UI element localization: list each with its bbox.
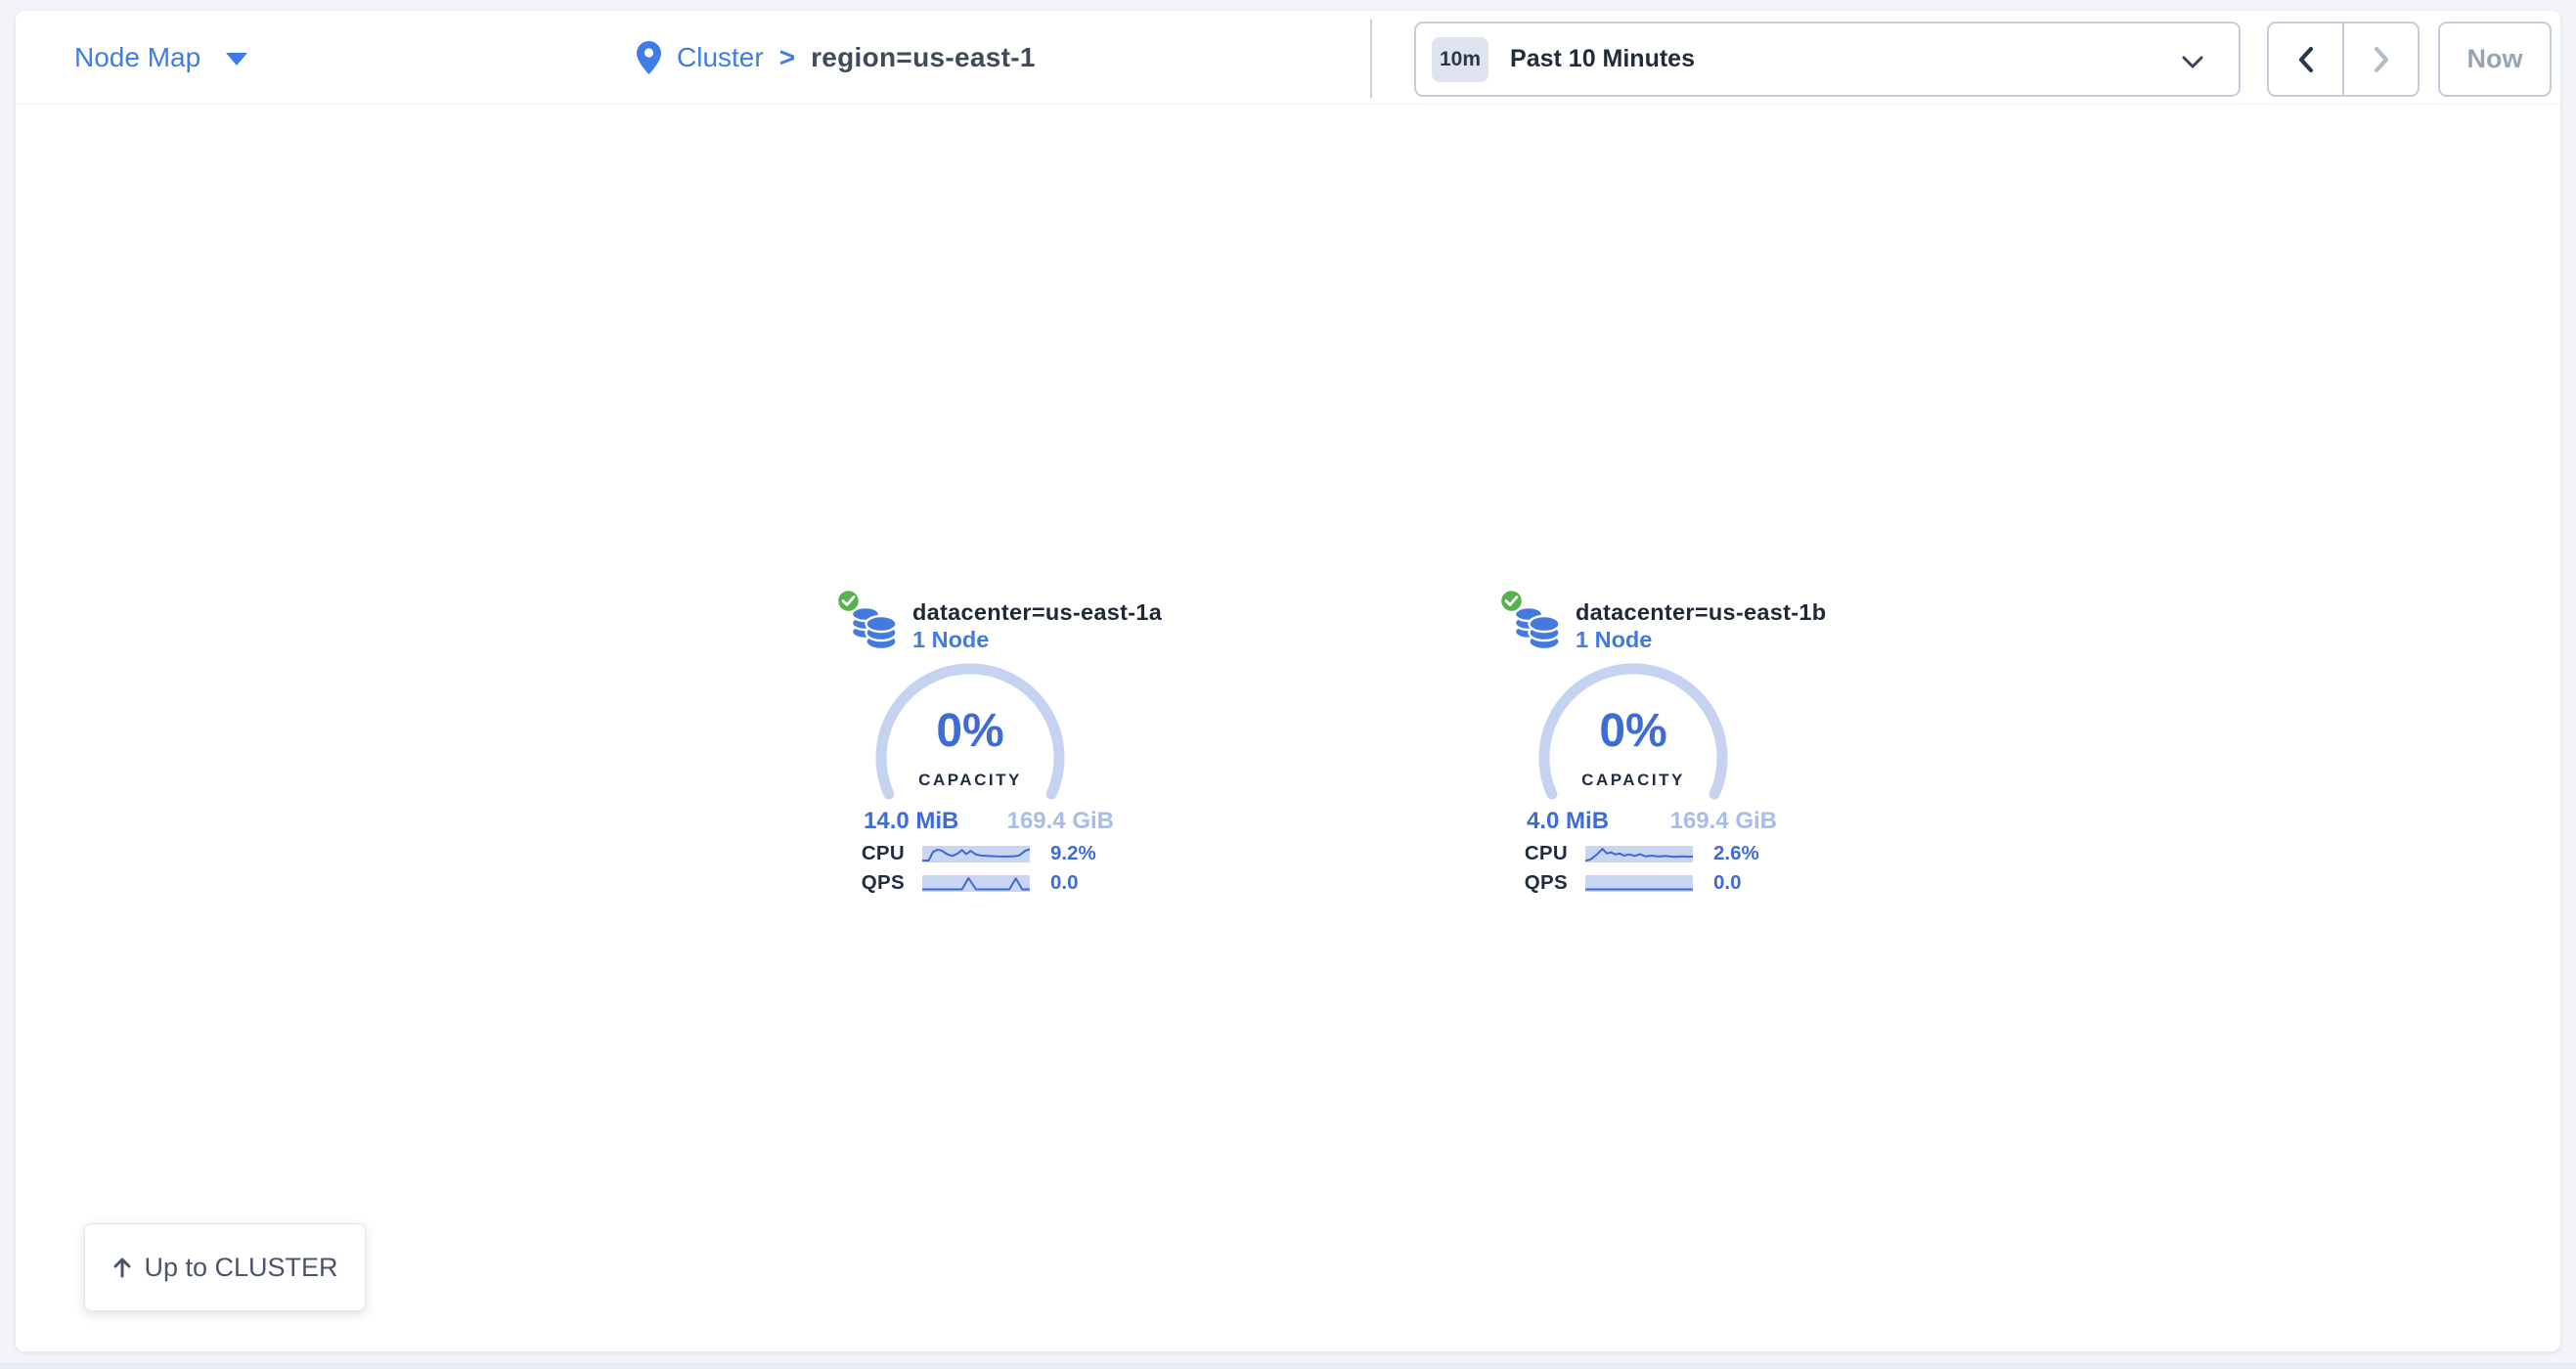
header-bar: Node Map Cluster > region=us-east-1 10m … <box>16 11 2560 105</box>
header-divider <box>1370 20 1372 98</box>
location-pin-icon <box>637 41 661 74</box>
cpu-value: 2.6% <box>1713 842 1759 865</box>
capacity-percent: 0% <box>875 707 1065 756</box>
locality-title: datacenter=us-east-1b <box>1576 599 1826 626</box>
locality-card-us-east-1b[interactable]: datacenter=us-east-1b 1 Node 0% CAPACITY… <box>1495 581 1799 904</box>
qps-sparkline <box>922 875 1030 892</box>
now-button[interactable]: Now <box>2438 22 2552 97</box>
cpu-sparkline <box>922 846 1030 862</box>
qps-metric-row: QPS 0.0 <box>856 870 1096 896</box>
bottom-strip <box>0 1362 2576 1369</box>
locality-node-count: 1 Node <box>1576 627 1652 653</box>
time-range-label: Past 10 Minutes <box>1510 45 1695 73</box>
arrow-up-icon <box>111 1256 133 1279</box>
qps-value: 0.0 <box>1713 871 1742 895</box>
capacity-values: 4.0 MiB 169.4 GiB <box>1527 808 1777 835</box>
capacity-available: 169.4 GiB <box>1670 808 1777 835</box>
metric-rows: CPU 9.2% QPS 0.0 <box>856 841 1096 900</box>
cpu-label: CPU <box>1519 842 1568 865</box>
time-step-buttons <box>2267 22 2420 97</box>
qps-value: 0.0 <box>1050 871 1079 895</box>
capacity-available: 169.4 GiB <box>1007 808 1114 835</box>
breadcrumb-current: region=us-east-1 <box>811 42 1036 73</box>
qps-sparkline <box>1585 875 1693 892</box>
healthy-check-icon <box>835 588 862 614</box>
cpu-sparkline <box>1585 846 1693 862</box>
breadcrumb-cluster-link[interactable]: Cluster <box>677 42 764 73</box>
locality-node-count: 1 Node <box>912 627 989 653</box>
healthy-check-icon <box>1498 588 1525 614</box>
capacity-label: CAPACITY <box>875 771 1065 790</box>
capacity-label: CAPACITY <box>1538 771 1728 790</box>
view-selector-label: Node Map <box>74 42 200 73</box>
qps-label: QPS <box>856 871 905 895</box>
cpu-label: CPU <box>856 842 905 865</box>
capacity-used: 4.0 MiB <box>1527 808 1609 835</box>
up-to-cluster-label: Up to CLUSTER <box>144 1253 337 1283</box>
node-map-page: Node Map Cluster > region=us-east-1 10m … <box>0 0 2576 1369</box>
qps-metric-row: QPS 0.0 <box>1519 870 1759 896</box>
time-next-button[interactable] <box>2344 23 2418 95</box>
caret-down-icon <box>226 53 247 66</box>
chevron-right-icon <box>2372 45 2391 74</box>
metric-rows: CPU 2.6% QPS 0.0 <box>1519 841 1759 900</box>
breadcrumb-separator: > <box>779 42 795 73</box>
view-selector-dropdown[interactable]: Node Map <box>74 11 247 105</box>
capacity-gauge: 0% CAPACITY <box>875 663 1065 802</box>
cpu-metric-row: CPU 2.6% <box>1519 841 1759 866</box>
capacity-used: 14.0 MiB <box>864 808 958 835</box>
cpu-metric-row: CPU 9.2% <box>856 841 1096 866</box>
capacity-gauge: 0% CAPACITY <box>1538 663 1728 802</box>
breadcrumb: Cluster > region=us-east-1 <box>637 11 1036 105</box>
time-range-dropdown[interactable]: 10m Past 10 Minutes <box>1414 22 2241 97</box>
time-range-badge: 10m <box>1432 37 1488 82</box>
chevron-left-icon <box>2296 45 2316 74</box>
cpu-value: 9.2% <box>1050 842 1096 865</box>
capacity-percent: 0% <box>1538 707 1728 756</box>
capacity-values: 14.0 MiB 169.4 GiB <box>864 808 1114 835</box>
main-panel: Node Map Cluster > region=us-east-1 10m … <box>16 11 2560 1351</box>
locality-title: datacenter=us-east-1a <box>912 599 1162 626</box>
locality-card-us-east-1a[interactable]: datacenter=us-east-1a 1 Node 0% CAPACITY… <box>832 581 1135 904</box>
time-prev-button[interactable] <box>2269 23 2344 95</box>
up-to-cluster-button[interactable]: Up to CLUSTER <box>84 1223 366 1311</box>
qps-label: QPS <box>1519 871 1568 895</box>
chevron-down-icon <box>2182 56 2203 68</box>
